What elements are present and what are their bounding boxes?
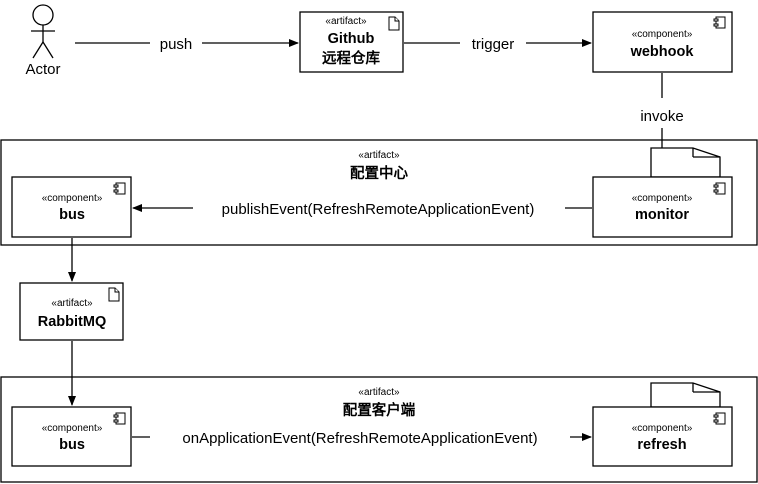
document-icon: [108, 287, 120, 302]
actor: Actor: [25, 4, 61, 78]
refresh-stereotype: «component»: [632, 423, 693, 434]
github-subtitle: 远程仓库: [322, 49, 380, 67]
component-icon: [713, 182, 726, 195]
config-client-name: 配置客户端: [343, 401, 416, 419]
config-center-name: 配置中心: [350, 164, 408, 182]
stick-figure-icon: [31, 4, 55, 59]
on-application-event-label: onApplicationEvent(RefreshRemoteApplicat…: [182, 430, 537, 447]
webhook-stereotype: «component»: [632, 29, 693, 40]
component-icon: [713, 412, 726, 425]
component-icon: [113, 412, 126, 425]
rabbitmq-name: RabbitMQ: [38, 314, 106, 330]
invoke-label: invoke: [640, 108, 683, 125]
github-stereotype: «artifact»: [325, 16, 367, 27]
publish-event-label: publishEvent(RefreshRemoteApplicationEve…: [222, 201, 535, 218]
bus-center-component: «component» bus: [11, 176, 132, 238]
refresh-name: refresh: [637, 437, 686, 453]
bus-client-component: «component» bus: [11, 406, 132, 467]
github-artifact: «artifact» Github 远程仓库: [299, 11, 404, 73]
bus-client-name: bus: [59, 437, 85, 453]
webhook-component: «component» webhook: [592, 11, 733, 73]
monitor-stereotype: «component»: [632, 193, 693, 204]
trigger-label: trigger: [472, 36, 515, 53]
bus-center-name: bus: [59, 207, 85, 223]
config-center-stereotype: «artifact»: [358, 150, 400, 161]
rabbitmq-artifact: «artifact» RabbitMQ: [19, 282, 124, 341]
document-icon: [388, 16, 400, 31]
rabbitmq-stereotype: «artifact»: [51, 298, 93, 309]
trigger-edge: trigger: [404, 36, 592, 53]
component-icon: [113, 182, 126, 195]
actor-label: Actor: [25, 61, 60, 78]
github-title: Github: [328, 31, 375, 47]
component-icon: [713, 16, 726, 29]
push-edge: push: [75, 36, 299, 53]
webhook-name: webhook: [630, 44, 695, 60]
on-application-event-edge: onApplicationEvent(RefreshRemoteApplicat…: [132, 430, 592, 447]
bus-center-stereotype: «component»: [42, 193, 103, 204]
deployment-diagram: Actor «artifact» Github 远程仓库 «component»…: [0, 4, 758, 483]
monitor-name: monitor: [635, 207, 689, 223]
push-label: push: [160, 36, 193, 53]
config-client-stereotype: «artifact»: [358, 387, 400, 398]
bus-client-stereotype: «component»: [42, 423, 103, 434]
